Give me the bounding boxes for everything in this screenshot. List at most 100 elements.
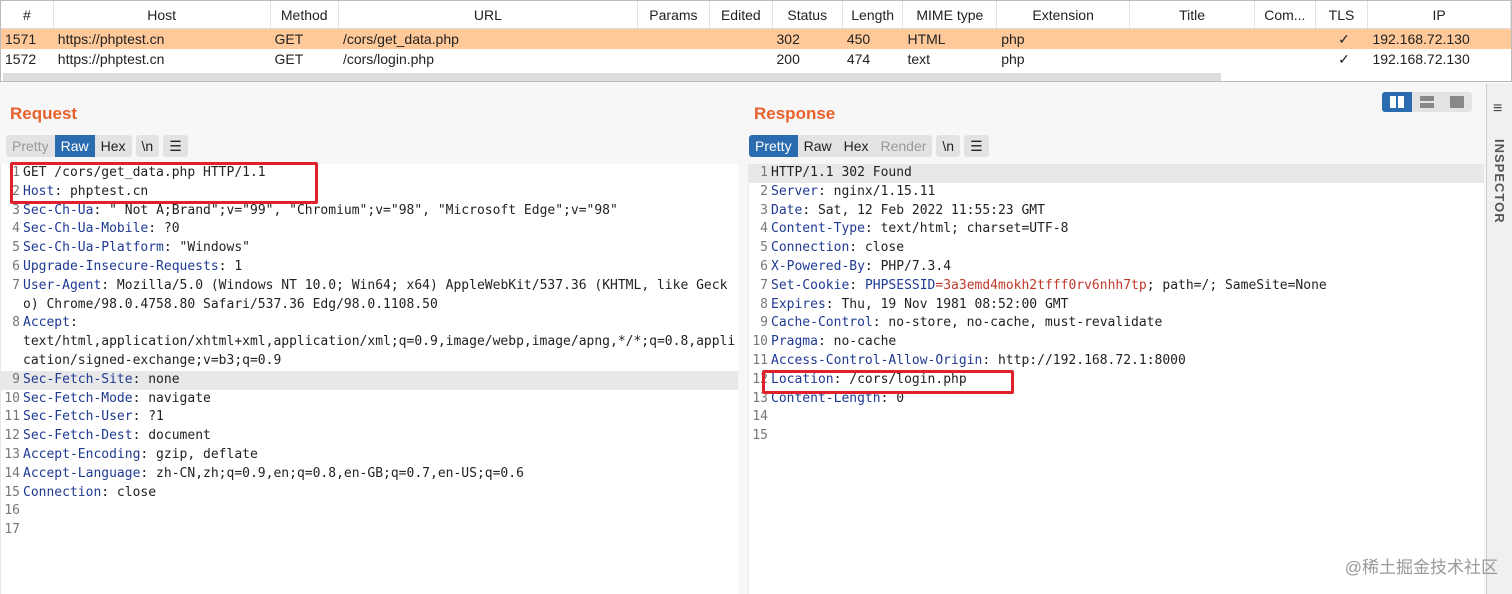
line-number: 10 — [752, 334, 768, 350]
line-number: 3 — [12, 202, 20, 218]
cell-host: https://phptest.cn — [57, 51, 165, 67]
column-header[interactable]: # — [1, 1, 54, 28]
header-name: Access-Control-Allow-Origin — [771, 352, 983, 368]
header-name: Server — [771, 183, 818, 199]
line-number: 2 — [760, 183, 768, 199]
line-text: Sec-Ch-Ua-Platform: "Windows" — [23, 239, 738, 258]
line-text: Content-Type: text/html; charset=UTF-8 — [771, 220, 1484, 239]
tab-raw[interactable]: Raw — [54, 135, 95, 157]
editor-line: 10 Pragma: no-cache — [749, 333, 1484, 352]
line-number: 6 — [12, 258, 20, 274]
header-value: : "Windows" — [163, 240, 250, 256]
header-value: : http://192.168.72.1:8000 — [982, 352, 1186, 368]
split-vertical-icon[interactable] — [1412, 92, 1442, 112]
editor-line: 13 Accept-Encoding: gzip, deflate — [1, 446, 738, 465]
editor-line: 7 User-Agent: Mozilla/5.0 (Windows NT 10.… — [1, 277, 738, 315]
header-name: Sec-Ch-Ua-Platform — [23, 240, 164, 256]
single-pane-icon[interactable] — [1442, 92, 1472, 112]
header-value: : no-store, no-cache, must-revalidate — [872, 315, 1163, 331]
header-value: : ?0 — [148, 221, 180, 237]
line-number: 8 — [12, 315, 20, 331]
cell-mime: text — [907, 51, 931, 67]
line-text: HTTP/1.1 302 Found — [771, 164, 1484, 183]
tab-pretty[interactable]: Pretty — [6, 135, 55, 157]
line-text: Cache-Control: no-store, no-cache, must-… — [771, 314, 1484, 333]
newline-toggle[interactable]: \n — [136, 135, 160, 157]
request-editor[interactable]: 1 GET /cors/get_data.php HTTP/1.1 2 Host: p… — [0, 164, 738, 594]
line-text: Pragma: no-cache — [771, 333, 1484, 352]
column-header[interactable]: TLS — [1316, 1, 1369, 28]
line-text: Upgrade-Insecure-Requests: 1 — [23, 258, 738, 277]
column-header[interactable]: URL — [339, 1, 638, 28]
header-value: : no-cache — [817, 334, 897, 350]
inspector-sidebar[interactable]: ≡ INSPECTOR — [1486, 84, 1512, 594]
line-text: Sec-Fetch-Site: none — [23, 371, 738, 390]
tab-pretty[interactable]: Pretty — [749, 135, 798, 157]
column-header[interactable]: Com... — [1255, 1, 1316, 28]
cell-ip: 192.168.72.130 — [1372, 31, 1470, 47]
column-header[interactable]: Status — [773, 1, 843, 28]
table-row[interactable]: 1571 https://phptest.cn GET/cors/get_data.… — [1, 29, 1511, 49]
line-number: 7 — [12, 277, 20, 293]
editor-line: 8 Expires: Thu, 19 Nov 1981 08:52:00 GMT — [749, 296, 1484, 315]
menu-icon[interactable]: ☰ — [163, 135, 188, 157]
menu-icon[interactable]: ☰ — [964, 135, 989, 157]
line-number: 8 — [760, 296, 768, 312]
cookie-attrs: ; path=/; SameSite=None — [1146, 277, 1327, 293]
line-text: Sec-Fetch-Dest: document — [23, 427, 738, 446]
editor-line: 2 Server: nginx/1.15.11 — [749, 183, 1484, 202]
editor-line: 3 Sec-Ch-Ua: " Not A;Brand";v="99", "Chro… — [1, 202, 738, 221]
header-value: : zh-CN,zh;q=0.9,en;q=0.8,en-GB;q=0.7,en… — [140, 465, 524, 481]
filter-icon[interactable]: ≡ — [1493, 100, 1502, 118]
line-number: 15 — [4, 484, 20, 500]
cell-status: 302 — [776, 31, 800, 47]
column-header[interactable]: Host — [54, 1, 271, 28]
cell-ext: php — [1001, 31, 1025, 47]
editor-line: 9 Cache-Control: no-store, no-cache, must… — [749, 314, 1484, 333]
line-text: X-Powered-By: PHP/7.3.4 — [771, 258, 1484, 277]
editor-line: 10 Sec-Fetch-Mode: navigate — [1, 390, 738, 409]
cookie-name: PHPSESSID — [864, 277, 936, 293]
tab-hex[interactable]: Hex — [95, 135, 132, 157]
header-value: : none — [132, 371, 180, 387]
header-name: Pragma — [771, 334, 818, 350]
header-name: Date — [771, 202, 803, 218]
header-name: Sec-Fetch-User — [23, 409, 133, 425]
editor-line: 5 Connection: close — [749, 239, 1484, 258]
header-name: Sec-Fetch-Mode — [23, 390, 133, 406]
column-header[interactable]: IP — [1368, 1, 1511, 28]
tab-raw[interactable]: Raw — [798, 135, 838, 157]
split-horizontal-icon[interactable] — [1382, 92, 1412, 112]
tab-render[interactable]: Render — [875, 135, 933, 157]
editor-line: 16 — [1, 502, 738, 521]
header-name: Sec-Fetch-Site — [23, 371, 133, 387]
editor-line: 3 Date: Sat, 12 Feb 2022 11:55:23 GMT — [749, 202, 1484, 221]
highlight-box — [762, 370, 1014, 394]
header-name: Set-Cookie — [771, 277, 850, 293]
column-header[interactable]: Extension — [997, 1, 1131, 28]
line-number: 5 — [12, 240, 20, 256]
column-header[interactable]: Title — [1130, 1, 1256, 28]
line-number: 15 — [752, 428, 768, 444]
column-header[interactable]: Method — [271, 1, 339, 28]
horizontal-scrollbar[interactable] — [3, 73, 1221, 81]
tab-hex[interactable]: Hex — [838, 135, 875, 157]
line-text: Server: nginx/1.15.11 — [771, 183, 1484, 202]
editor-line: 9 Sec-Fetch-Site: none — [1, 370, 738, 390]
header-value: : Thu, 19 Nov 1981 08:52:00 GMT — [825, 296, 1069, 312]
http-history-table: # Host Method URL Params Edited Status Length MI… — [0, 0, 1512, 82]
line-number: 6 — [760, 258, 768, 274]
table-row[interactable]: 1572 https://phptest.cn GET/cors/login.php… — [1, 49, 1511, 69]
column-header[interactable]: Params — [638, 1, 711, 28]
editor-line: 4 Content-Type: text/html; charset=UTF-8 — [749, 220, 1484, 239]
column-header[interactable]: Edited — [710, 1, 773, 28]
newline-toggle[interactable]: \n — [936, 135, 960, 157]
line-text — [23, 502, 738, 521]
editor-line: 11 Sec-Fetch-User: ?1 — [1, 408, 738, 427]
editor-line: 11 Access-Control-Allow-Origin: http://19… — [749, 352, 1484, 371]
line-text — [771, 408, 1484, 427]
line-text: Accept-Language: zh-CN,zh;q=0.9,en;q=0.8… — [23, 465, 738, 484]
line-text: Expires: Thu, 19 Nov 1981 08:52:00 GMT — [771, 296, 1484, 315]
column-header[interactable]: MIME type — [903, 1, 998, 28]
column-header[interactable]: Length — [843, 1, 904, 28]
